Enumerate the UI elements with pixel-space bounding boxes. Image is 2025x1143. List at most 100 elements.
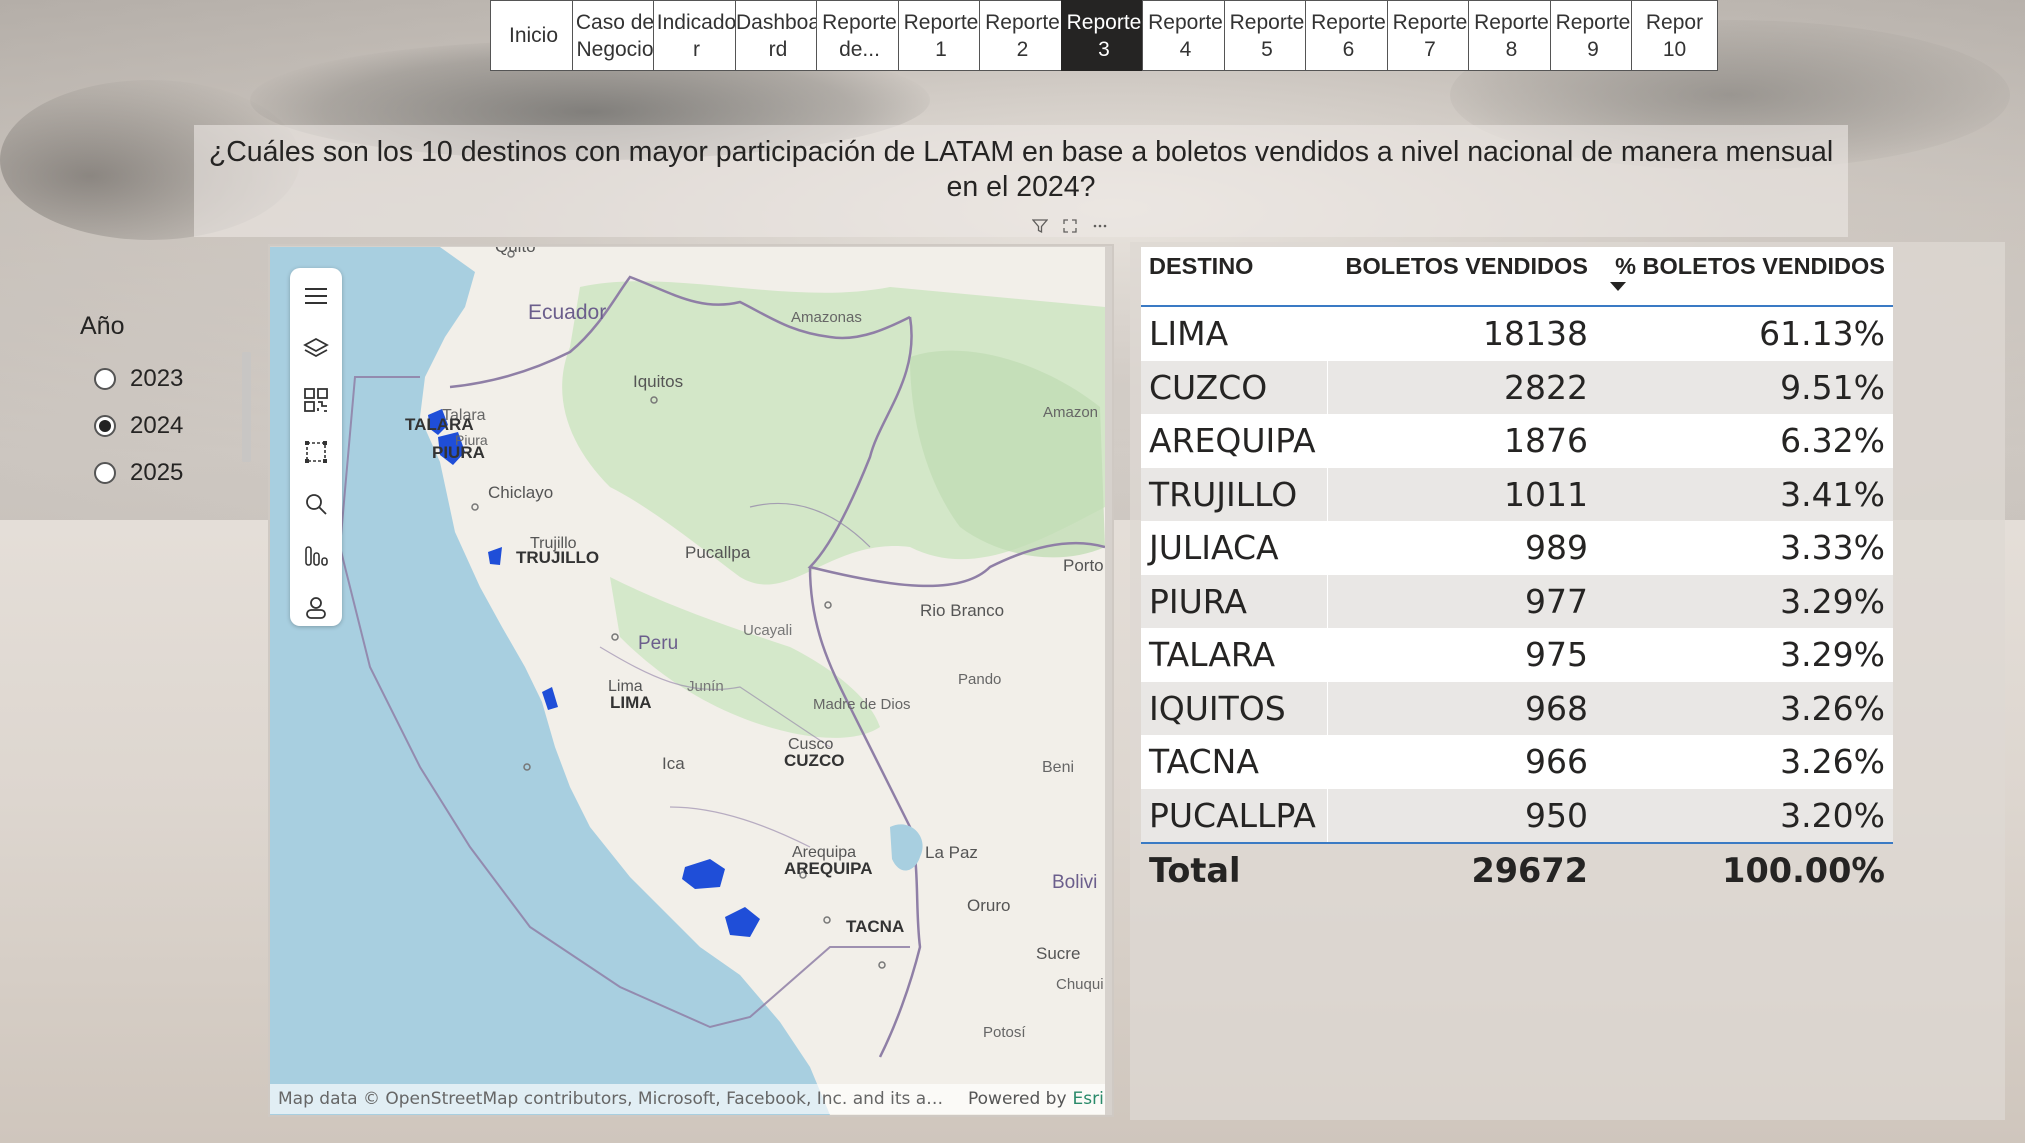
cell-pct: 6.32% <box>1595 414 1893 468</box>
layers-icon[interactable] <box>300 330 332 367</box>
cell-pct: 3.33% <box>1595 521 1893 575</box>
slicer-option-2023[interactable]: 2023 <box>80 355 260 402</box>
column-header-pct[interactable]: % BOLETOS VENDIDOS <box>1595 247 1893 307</box>
table-row[interactable]: CUZCO 2822 9.51% <box>1141 360 1893 414</box>
cell-destino: JULIACA <box>1141 521 1328 575</box>
map-label-lima: LIMA <box>610 693 652 712</box>
nav-button-3[interactable]: Indicado r <box>653 0 740 71</box>
nav-button-12[interactable]: Reporte 7 <box>1386 0 1474 71</box>
radio-button-icon[interactable] <box>94 367 116 390</box>
column-header-destino[interactable]: DESTINO <box>1141 247 1328 307</box>
cell-pct: 61.13% <box>1595 306 1893 361</box>
nav-button-14[interactable]: Reporte 9 <box>1549 0 1637 71</box>
map-label-madre-de-dios: Madre de Dios <box>813 696 911 713</box>
page-title: ¿Cuáles son los 10 destinos con mayor pa… <box>194 125 1848 237</box>
nav-button-1[interactable]: Inicio <box>490 0 577 71</box>
nav-button-6[interactable]: Reporte 1 <box>897 0 985 71</box>
qr-code-icon[interactable] <box>300 382 332 419</box>
cell-destino: PIURA <box>1141 574 1328 628</box>
cell-boletos: 1011 <box>1327 467 1596 521</box>
map-canvas[interactable]: Quito Ecuador Amazonas Amazon Iquitos Ta… <box>270 247 1105 1115</box>
table-header-row: DESTINO BOLETOS VENDIDOS % BOLETOS VENDI… <box>1141 247 1893 307</box>
cell-pct: 3.41% <box>1595 467 1893 521</box>
nav-button-13[interactable]: Reporte 8 <box>1468 0 1555 71</box>
nav-button-10[interactable]: Reporte 5 <box>1223 0 1311 71</box>
esri-link[interactable]: Esri <box>1073 1089 1104 1109</box>
table-row[interactable]: JULIACA 989 3.33% <box>1141 521 1893 575</box>
table-row[interactable]: LIMA 18138 61.13% <box>1141 306 1893 361</box>
map-label-tacna: TACNA <box>846 917 904 936</box>
cell-boletos: 989 <box>1327 521 1596 575</box>
map-label-pucallpa: Pucallpa <box>685 543 751 562</box>
map-label-ecuador: Ecuador <box>528 301 606 324</box>
visual-header <box>1030 214 1110 238</box>
cell-destino: IQUITOS <box>1141 681 1328 735</box>
slicer-option-label: 2024 <box>130 411 184 439</box>
column-header-pct-label: % BOLETOS VENDIDOS <box>1615 253 1885 279</box>
map-label-piura: PIURA <box>432 443 485 462</box>
map-label-iquitos: Iquitos <box>633 372 683 391</box>
cell-destino: AREQUIPA <box>1141 414 1328 468</box>
analytics-icon[interactable] <box>300 537 332 574</box>
search-icon[interactable] <box>300 485 332 522</box>
table-row[interactable]: TACNA 966 3.26% <box>1141 735 1893 789</box>
focus-mode-icon[interactable] <box>1060 216 1080 236</box>
map-label-chuqui: Chuqui <box>1056 976 1104 993</box>
column-header-boletos[interactable]: BOLETOS VENDIDOS <box>1327 247 1596 307</box>
table-row[interactable]: TRUJILLO 1011 3.41% <box>1141 467 1893 521</box>
sort-descending-icon <box>1609 282 1626 291</box>
cell-destino: LIMA <box>1141 306 1328 361</box>
slicer-option-2025[interactable]: 2025 <box>80 449 260 496</box>
map-label-peru: Peru <box>638 633 678 654</box>
slicer-option-label: 2025 <box>130 458 184 486</box>
select-rectangle-icon[interactable] <box>300 434 332 471</box>
person-icon[interactable] <box>300 589 332 626</box>
map-label-arequipa: AREQUIPA <box>784 859 872 878</box>
cell-pct: 3.26% <box>1595 681 1893 735</box>
slicer-scrollbar[interactable] <box>242 352 251 462</box>
cell-boletos: 975 <box>1327 628 1596 682</box>
nav-button-11[interactable]: Reporte 6 <box>1305 0 1392 71</box>
menu-icon[interactable] <box>300 278 332 315</box>
nav-button-15[interactable]: Repor 10 <box>1631 0 1718 71</box>
total-pct: 100.00% <box>1595 842 1893 896</box>
map-label-rio-branco: Rio Branco <box>920 601 1004 620</box>
cell-boletos: 2822 <box>1327 360 1596 414</box>
cell-pct: 3.26% <box>1595 735 1893 789</box>
map-label-porto: Porto <box>1063 556 1104 575</box>
slicer-option-label: 2023 <box>130 364 184 392</box>
nav-button-4[interactable]: Dashboa rd <box>734 0 822 71</box>
radio-button-icon[interactable] <box>94 414 116 437</box>
nav-button-7[interactable]: Reporte 2 <box>979 0 1066 71</box>
table-total-row: Total 29672 100.00% <box>1141 842 1893 896</box>
nav-button-8[interactable]: Reporte 3 <box>1060 0 1148 71</box>
nav-button-2[interactable]: Caso de Negocio <box>571 0 659 71</box>
cell-destino: TRUJILLO <box>1141 467 1328 521</box>
cell-boletos: 966 <box>1327 735 1596 789</box>
more-options-icon[interactable] <box>1090 216 1110 236</box>
cell-destino: TALARA <box>1141 628 1328 682</box>
map-attribution: Map data © OpenStreetMap contributors, M… <box>270 1084 1105 1114</box>
destinations-map[interactable]: Quito Ecuador Amazonas Amazon Iquitos Ta… <box>270 247 1105 1115</box>
table-row[interactable]: PIURA 977 3.29% <box>1141 574 1893 628</box>
cell-boletos: 18138 <box>1327 306 1596 361</box>
map-label-ucayali: Ucayali <box>743 622 792 639</box>
map-label-pando: Pando <box>958 671 1001 688</box>
year-slicer: Año 2023 2024 2025 <box>80 312 260 496</box>
radio-button-icon[interactable] <box>94 461 116 484</box>
nav-button-5[interactable]: Reporte de... <box>816 0 903 71</box>
nav-button-9[interactable]: Reporte 4 <box>1142 0 1229 71</box>
map-label-amazonas: Amazonas <box>791 309 862 326</box>
cell-pct: 3.20% <box>1595 788 1893 843</box>
map-label-potosi: Potosí <box>983 1024 1026 1041</box>
filter-icon[interactable] <box>1030 216 1050 236</box>
map-label-bolivia: Bolivi <box>1052 872 1097 893</box>
map-label-amazon: Amazon <box>1043 404 1098 421</box>
table-row[interactable]: TALARA 975 3.29% <box>1141 628 1893 682</box>
table-row[interactable]: PUCALLPA 950 3.20% <box>1141 788 1893 843</box>
table-row[interactable]: IQUITOS 968 3.26% <box>1141 681 1893 735</box>
table-row[interactable]: AREQUIPA 1876 6.32% <box>1141 414 1893 468</box>
slicer-option-2024[interactable]: 2024 <box>80 402 260 449</box>
map-label-chiclayo: Chiclayo <box>488 483 553 502</box>
cell-pct: 3.29% <box>1595 628 1893 682</box>
